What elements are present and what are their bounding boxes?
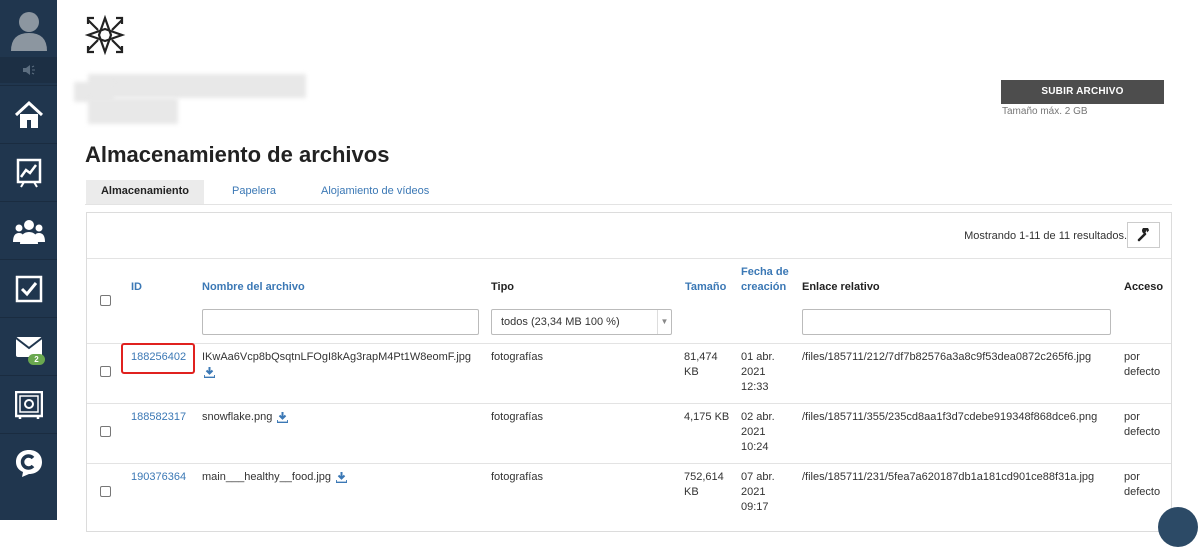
file-relative-link: /files/185711/231/5fea7a620187db1a181cd9… [802,471,1095,483]
file-size: 81,474 [684,351,718,363]
select-all-checkbox[interactable] [100,295,111,306]
file-name: IKwAa6Vcp8bQsqtnLFOgI8kAg3rapM4Pt1W8eomF… [202,351,472,363]
file-type: fotografías [491,471,543,483]
sidebar-item-chat[interactable] [0,433,57,491]
user-silhouette-icon [10,11,47,51]
file-type: fotografías [491,351,543,363]
file-date-year: 2021 [741,426,766,438]
file-access-line2: defecto [1124,426,1161,438]
file-date-time: 12:33 [741,381,769,393]
sidebar-item-home[interactable] [0,85,57,143]
divider [87,403,1171,404]
file-name: main___healthy__food.jpg [202,471,332,483]
help-chat-bubble[interactable] [1158,507,1198,547]
download-link[interactable] [202,365,215,380]
row-checkbox[interactable] [100,486,111,497]
blurred-account-name [74,74,306,126]
column-id[interactable]: ID [131,281,142,293]
file-name-wrap: main___healthy__food.jpg [202,470,348,485]
results-count: Mostrando 1-11 de 11 resultados. [964,230,1127,242]
file-size: 752,614 [684,471,724,483]
file-date-year: 2021 [741,486,766,498]
page-title: Almacenamiento de archivos [85,142,390,167]
users-icon [12,219,45,244]
sound-toggle[interactable] [0,57,57,83]
checkbox-icon [15,275,42,302]
file-id-link[interactable]: 188256402 [131,350,186,365]
sidebar-item-storage[interactable] [0,375,57,433]
column-date-line1[interactable]: Fecha de [741,266,789,278]
chat-bubble-icon [15,449,42,477]
user-avatar[interactable] [0,0,57,57]
file-date: 01 abr. [741,351,775,363]
file-date-time: 09:17 [741,501,769,513]
file-size-unit: KB [684,486,699,498]
file-access: por [1124,351,1140,363]
file-size-unit: KB [684,366,699,378]
table-settings-button[interactable] [1127,222,1160,248]
file-access: por [1124,411,1140,423]
sidebar: 2 [0,0,57,520]
download-icon[interactable] [277,411,289,423]
chevron-down-icon: ▼ [657,310,671,334]
file-id-link[interactable]: 188582317 [131,410,186,425]
safe-icon [14,390,43,419]
wrench-icon [1137,228,1149,242]
file-date: 07 abr. [741,471,775,483]
sidebar-item-contacts[interactable] [0,201,57,259]
download-icon [204,366,215,378]
brand-logo [84,14,126,56]
max-size-note: Tamaño máx. 2 GB [1002,106,1088,117]
speaker-icon [22,65,35,75]
file-access-line2: defecto [1124,366,1161,378]
file-date-year: 2021 [741,366,766,378]
unread-badge: 2 [28,354,45,365]
column-access: Acceso [1124,281,1164,293]
tab-trash[interactable]: Papelera [232,180,276,204]
column-size[interactable]: Tamaño [685,281,726,293]
file-date: 02 abr. [741,411,775,423]
file-date-time: 10:24 [741,441,769,453]
column-name[interactable]: Nombre del archivo [202,281,305,293]
home-icon [14,100,43,128]
type-filter-select[interactable]: todos (23,34 MB 100 %) ▼ [491,309,672,335]
file-name: snowflake.png [202,411,273,423]
file-name-wrap: snowflake.png [202,410,289,425]
divider [87,343,1171,344]
file-relative-link: /files/185711/355/235cd8aa1f3d7cdebe9193… [802,411,1098,423]
column-link: Enlace relativo [802,281,880,293]
file-type: fotografías [491,411,543,423]
file-access-line2: defecto [1124,486,1161,498]
file-id-link[interactable]: 190376364 [131,470,186,485]
file-relative-link: /files/185711/212/7df7b82576a3a8c9f53dea… [802,351,1092,363]
tab-bar: Almacenamiento Papelera Alojamiento de v… [85,180,1172,205]
download-icon[interactable] [336,471,348,483]
divider [87,463,1171,464]
row-checkbox[interactable] [100,426,111,437]
link-filter-input[interactable] [802,309,1111,335]
upload-file-button[interactable]: SUBIR ARCHIVO [1001,80,1164,104]
tab-storage[interactable]: Almacenamiento [86,180,204,204]
type-filter-value: todos (23,34 MB 100 %) [501,316,620,328]
sidebar-item-statistics[interactable] [0,143,57,201]
column-date-line2[interactable]: creación [741,281,786,293]
files-table-panel: Mostrando 1-11 de 11 resultados. ID Nomb… [86,212,1172,532]
name-filter-input[interactable] [202,309,479,335]
file-size: 4,175 KB [684,411,730,423]
row-checkbox[interactable] [100,366,111,377]
sidebar-item-tasks[interactable] [0,259,57,317]
column-type: Tipo [491,281,515,293]
chart-icon [16,158,41,188]
tab-video-hosting[interactable]: Alojamiento de vídeos [321,180,429,204]
file-access: por [1124,471,1140,483]
sidebar-item-email[interactable]: 2 [0,317,57,375]
divider [87,258,1171,259]
